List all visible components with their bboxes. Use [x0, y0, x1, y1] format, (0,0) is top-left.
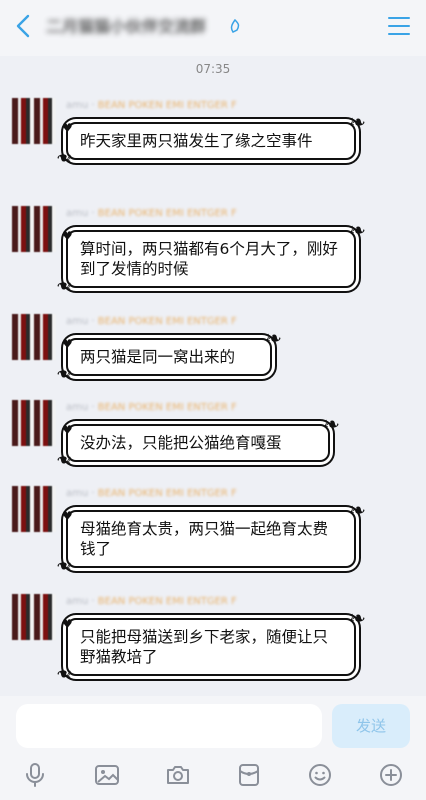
heart-icon: ♥: [62, 617, 73, 631]
camera-icon[interactable]: [163, 760, 193, 790]
emoji-icon[interactable]: [305, 760, 335, 790]
avatar[interactable]: [12, 486, 56, 532]
message-row: amu · BEAN POKEN EMI ENTGER F 只能把母猫送到乡下老…: [0, 588, 426, 688]
message-row: amu · BEAN POKEN EMI ENTGER F 两只猫是同一窝出来的…: [0, 308, 426, 388]
message-row: amu · BEAN POKEN EMI ENTGER F 昨天家里两只猫发生了…: [0, 92, 426, 192]
sender-name: amu · BEAN POKEN EMI ENTGER F: [66, 100, 237, 111]
heart-icon: ♥: [62, 229, 73, 243]
chevron-left-icon: [16, 14, 30, 38]
sender-name: amu · BEAN POKEN EMI ENTGER F: [66, 596, 237, 607]
sender-name: amu · BEAN POKEN EMI ENTGER F: [66, 208, 237, 219]
microphone-icon[interactable]: [20, 760, 50, 790]
sender-name: amu · BEAN POKEN EMI ENTGER F: [66, 402, 237, 413]
verified-icon: [228, 18, 242, 34]
heart-icon: ♥: [62, 509, 73, 523]
heart-icon: ♥: [62, 423, 73, 437]
message-bubble[interactable]: 算时间，两只猫都有6个月大了，刚好到了发情的时候: [66, 220, 366, 288]
avatar[interactable]: [12, 314, 56, 360]
chat-title[interactable]: 二月猫猫小伙伴交流群: [46, 16, 236, 38]
avatar[interactable]: [12, 400, 56, 446]
input-toolbar: [0, 756, 426, 796]
heart-icon: ♥: [62, 337, 73, 351]
top-bar: 二月猫猫小伙伴交流群: [0, 0, 426, 56]
avatar[interactable]: [12, 594, 56, 640]
avatar[interactable]: [12, 206, 56, 252]
message-row: amu · BEAN POKEN EMI ENTGER F 没办法，只能把公猫绝…: [0, 394, 426, 474]
message-bubble[interactable]: 两只猫是同一窝出来的: [66, 328, 282, 376]
back-button[interactable]: [10, 10, 36, 42]
avatar[interactable]: [12, 98, 56, 144]
image-icon[interactable]: [92, 760, 122, 790]
message-input[interactable]: [16, 704, 322, 748]
message-bubble[interactable]: 母猫绝育太贵，两只猫一起绝育太费钱了: [66, 500, 366, 568]
message-bubble[interactable]: 没办法，只能把公猫绝育嘎蛋: [66, 414, 340, 462]
message-bubble[interactable]: 昨天家里两只猫发生了缘之空事件: [66, 112, 366, 160]
message-bubble[interactable]: 只能把母猫送到乡下老家，随便让只野猫教培了: [66, 608, 366, 676]
hamburger-menu-icon[interactable]: [388, 14, 410, 38]
plus-icon[interactable]: [376, 760, 406, 790]
heart-icon: ♥: [62, 121, 73, 135]
message-row: amu · BEAN POKEN EMI ENTGER F 算时间，两只猫都有6…: [0, 200, 426, 300]
send-button[interactable]: 发送: [332, 704, 410, 748]
red-packet-icon[interactable]: [234, 760, 264, 790]
message-row: amu · BEAN POKEN EMI ENTGER F 母猫绝育太贵，两只猫…: [0, 480, 426, 580]
sender-name: amu · BEAN POKEN EMI ENTGER F: [66, 488, 237, 499]
composer: 发送: [0, 696, 426, 800]
message-timestamp: 07:35: [195, 62, 231, 76]
sender-name: amu · BEAN POKEN EMI ENTGER F: [66, 316, 237, 327]
